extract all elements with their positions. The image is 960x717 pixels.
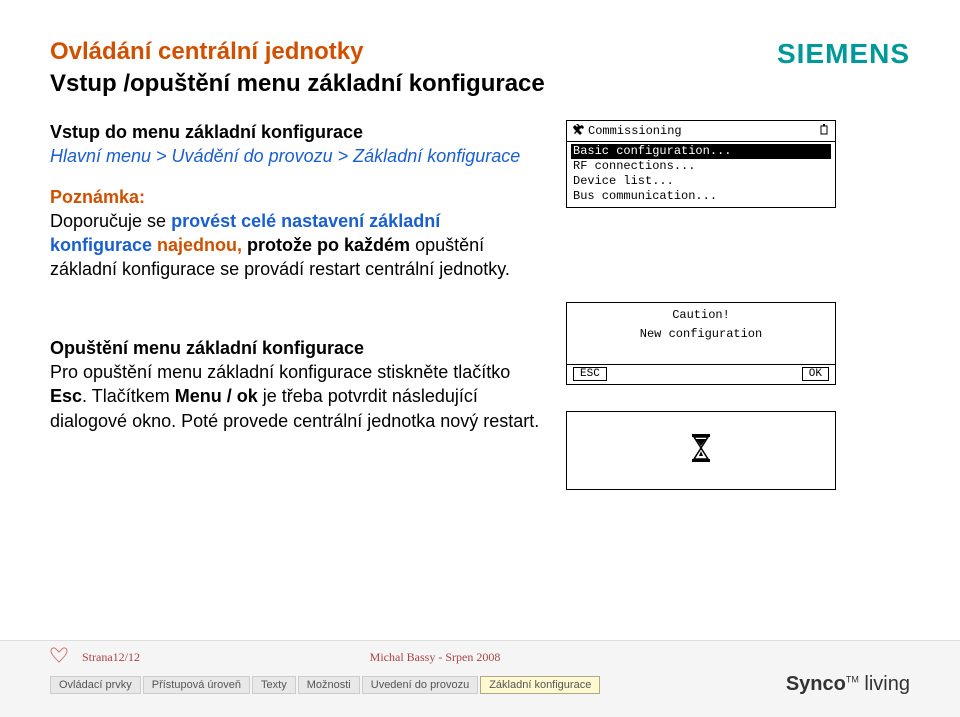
title-main: Ovládání centrální jednotky bbox=[50, 38, 777, 66]
right-column: Commissioning Basic configuration... RF … bbox=[566, 120, 910, 490]
left-column: Vstup do menu základní konfigurace Hlavn… bbox=[50, 120, 540, 490]
heart-icon bbox=[50, 647, 68, 667]
lcd-screen-3 bbox=[566, 411, 836, 489]
footer: Strana12/12 Michal Bassy - Srpen 2008 Ov… bbox=[0, 640, 960, 717]
tm-mark: TM bbox=[846, 674, 859, 684]
footer-left: Strana12/12 bbox=[50, 647, 140, 667]
lcd1-row1: Commissioning bbox=[571, 124, 831, 139]
lcd2-line1: Caution! bbox=[571, 306, 831, 325]
s2-p2: . Tlačítkem bbox=[82, 386, 175, 406]
section2: Opuštění menu základní konfigurace Pro o… bbox=[50, 336, 540, 433]
lcd1-r5-text: Bus communication... bbox=[573, 190, 717, 203]
note-p4-lead: protože po každém bbox=[247, 235, 410, 255]
note-label: Poznámka: bbox=[50, 185, 540, 209]
lcd1-row3: RF connections... bbox=[571, 159, 831, 174]
title-block: Ovládání centrální jednotky Vstup /opušt… bbox=[50, 38, 777, 98]
lcd-divider bbox=[567, 364, 835, 365]
author-date: Michal Bassy - Srpen 2008 bbox=[370, 650, 501, 665]
lcd2-line2: New configuration bbox=[571, 325, 831, 344]
living-text: living bbox=[864, 673, 910, 695]
breadcrumb: Hlavní menu > Uvádění do provozu > Zákla… bbox=[50, 144, 540, 168]
tab-texty[interactable]: Texty bbox=[252, 676, 296, 694]
note-p1: Doporučuje se bbox=[50, 211, 171, 231]
synco-text: Synco bbox=[786, 673, 846, 695]
lcd2-buttons: ESC OK bbox=[571, 367, 831, 381]
footer-mid: Ovládací prvky Přístupová úroveň Texty M… bbox=[0, 673, 960, 696]
tab-zakladni[interactable]: Základní konfigurace bbox=[480, 676, 600, 694]
section2-body: Pro opuštění menu základní konfigurace s… bbox=[50, 360, 540, 433]
s2-b2: Menu / ok bbox=[175, 386, 258, 406]
lcd-screen-2: Caution! New configuration ESC OK bbox=[566, 302, 836, 385]
lcd1-row4: Device list... bbox=[571, 174, 831, 189]
page-number: Strana12/12 bbox=[82, 650, 140, 665]
note-p3: najednou, bbox=[157, 235, 247, 255]
lcd1-row5: Bus communication... bbox=[571, 189, 831, 204]
lcd-esc-button: ESC bbox=[573, 367, 607, 381]
lcd-divider bbox=[567, 141, 835, 142]
s2-b1: Esc bbox=[50, 386, 82, 406]
lcd1-row2: Basic configuration... bbox=[571, 144, 831, 159]
brand-logo: SIEMENS bbox=[777, 38, 910, 70]
header: Ovládání centrální jednotky Vstup /opušt… bbox=[50, 38, 910, 98]
tab-ovladaci[interactable]: Ovládací prvky bbox=[50, 676, 141, 694]
lcd1-r3-text: RF connections... bbox=[573, 160, 695, 173]
tab-pristupova[interactable]: Přístupová úroveň bbox=[143, 676, 250, 694]
note-block: Poznámka: Doporučuje se provést celé nas… bbox=[50, 185, 540, 282]
section2-heading: Opuštění menu základní konfigurace bbox=[50, 336, 540, 360]
section1-heading: Vstup do menu základní konfigurace bbox=[50, 120, 540, 144]
battery-icon bbox=[819, 124, 829, 139]
lcd-screen-1: Commissioning Basic configuration... RF … bbox=[566, 120, 836, 208]
tabs: Ovládací prvky Přístupová úroveň Texty M… bbox=[50, 676, 600, 694]
product-logo: SyncoTM living bbox=[786, 673, 910, 696]
content: Vstup do menu základní konfigurace Hlavn… bbox=[50, 120, 910, 490]
footer-top: Strana12/12 Michal Bassy - Srpen 2008 bbox=[0, 641, 960, 667]
hourglass-icon bbox=[690, 434, 712, 466]
tab-moznosti[interactable]: Možnosti bbox=[298, 676, 360, 694]
s2-p1: Pro opuštění menu základní konfigurace s… bbox=[50, 362, 510, 382]
spacer bbox=[571, 344, 831, 362]
slide: Ovládání centrální jednotky Vstup /opušt… bbox=[0, 0, 960, 640]
subtitle: Vstup /opuštění menu základní konfigurac… bbox=[50, 70, 777, 98]
lcd1-r2-text: Basic configuration... bbox=[573, 145, 731, 158]
tab-uvedeni[interactable]: Uvedení do provozu bbox=[362, 676, 478, 694]
lcd1-r4-text: Device list... bbox=[573, 175, 674, 188]
wrench-icon bbox=[573, 124, 584, 139]
lcd1-r1-text: Commissioning bbox=[584, 125, 819, 138]
lcd-ok-button: OK bbox=[802, 367, 829, 381]
